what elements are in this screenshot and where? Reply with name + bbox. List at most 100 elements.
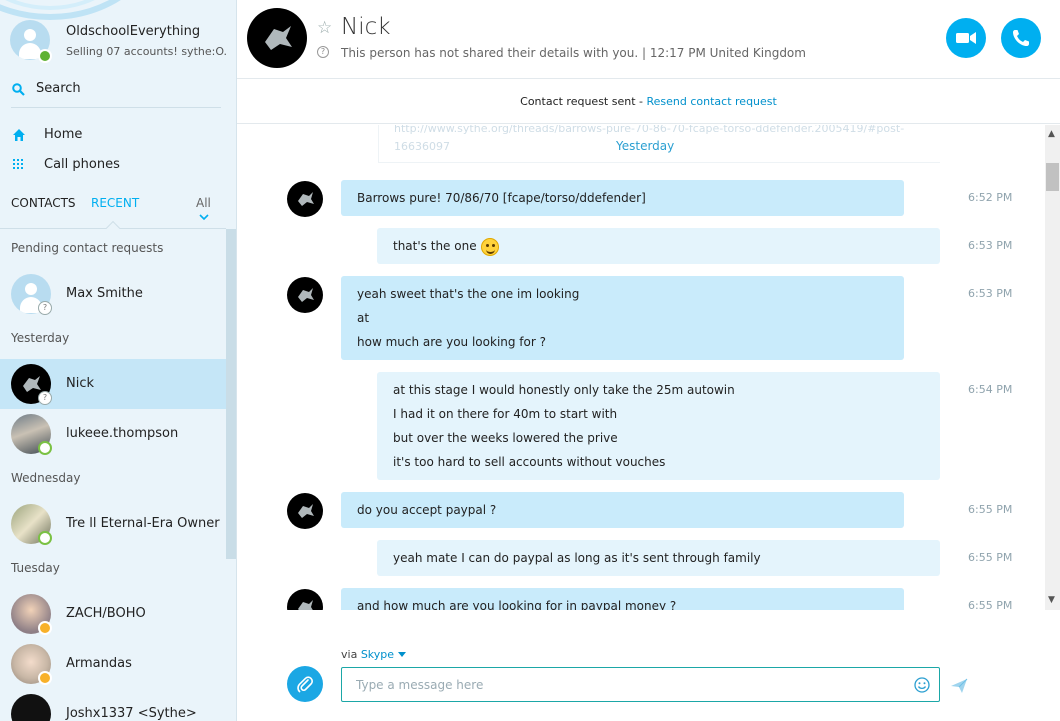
message-text: at this stage I would honestly only take…: [393, 383, 735, 397]
phone-icon: [1013, 30, 1029, 46]
message-text: it's too hard to sell accounts without v…: [393, 455, 666, 469]
contact-request-notice: Contact request sent - Resend contact re…: [237, 80, 1060, 124]
home-icon: [13, 129, 25, 141]
contact-item[interactable]: lukeee.thompson: [0, 409, 226, 459]
message-bubble[interactable]: Barrows pure! 70/86/70 [fcape/torso/ddef…: [341, 180, 904, 216]
message-bubble[interactable]: do you accept paypal ?: [341, 492, 904, 528]
paperclip-icon: [297, 676, 313, 693]
message-bubble[interactable]: at this stage I would honestly only take…: [377, 372, 940, 480]
section-tuesday: Tuesday: [11, 561, 60, 575]
nav-call-phones[interactable]: Call phones: [11, 156, 221, 178]
message-input[interactable]: [356, 676, 896, 694]
nav-home[interactable]: Home: [11, 126, 221, 148]
dialpad-icon: [13, 159, 23, 169]
message-bubble[interactable]: yeah sweet that's the one im looking at …: [341, 276, 904, 360]
message-text: but over the weeks lowered the prive: [393, 431, 618, 445]
tab-recent[interactable]: RECENT: [91, 196, 139, 210]
message-text: yeah sweet that's the one im looking: [357, 287, 580, 301]
contact-name: ZACH/BOHO: [66, 606, 146, 621]
search-button[interactable]: Search: [11, 80, 221, 108]
online-status-icon: [38, 49, 52, 63]
message-text: how much are you looking for ?: [357, 335, 546, 349]
contact-name: Nick: [66, 376, 95, 391]
contact-list-scrollbar[interactable]: [226, 229, 236, 559]
contact-avatar[interactable]: [247, 8, 307, 68]
sender-avatar: [287, 181, 323, 217]
nav-call-phones-label: Call phones: [44, 157, 120, 172]
message-compose[interactable]: [341, 667, 940, 702]
online-status-icon: [38, 441, 52, 455]
contact-name: lukeee.thompson: [66, 426, 179, 441]
conversation-header: ☆ Nick ? This person has not shared thei…: [237, 0, 1060, 79]
contact-tabs: CONTACTS RECENT All: [11, 196, 227, 221]
contact-item[interactable]: ZACH/BOHO: [0, 589, 226, 639]
info-icon: ?: [317, 46, 329, 58]
contact-item[interactable]: ? Max Smithe: [0, 269, 226, 319]
message-text: and how much are you looking for in payp…: [357, 599, 677, 610]
contact-item[interactable]: Tre ll Eternal-Era Owner: [0, 499, 226, 549]
via-service[interactable]: via Skype: [341, 648, 406, 661]
message-text: I had it on there for 40m to start with: [393, 407, 618, 421]
video-call-button[interactable]: [946, 18, 986, 58]
chat-scrollbar[interactable]: ▲ ▼: [1045, 125, 1060, 610]
profile[interactable]: OldschoolEverything Selling 07 accounts!…: [10, 20, 235, 65]
conversation-info: This person has not shared their details…: [341, 46, 806, 60]
sender-avatar: [287, 277, 323, 313]
sender-avatar: [287, 589, 323, 610]
contact-item-selected[interactable]: ? Nick: [0, 359, 226, 409]
section-yesterday: Yesterday: [11, 331, 70, 345]
contact-name: Max Smithe: [66, 286, 143, 301]
message-time: 6:53 PM: [968, 287, 1013, 300]
tab-contacts[interactable]: CONTACTS: [11, 196, 76, 210]
tab-indicator: [105, 220, 121, 236]
attach-button[interactable]: [287, 666, 323, 702]
resend-request-link[interactable]: Resend contact request: [647, 95, 777, 108]
audio-call-button[interactable]: [1001, 18, 1041, 58]
contact-item[interactable]: Armandas: [0, 639, 226, 689]
send-icon[interactable]: [950, 678, 968, 694]
message-time: 6:55 PM: [968, 503, 1013, 516]
message-text: Barrows pure! 70/86/70 [fcape/torso/ddef…: [357, 191, 646, 205]
contact-name: Armandas: [66, 656, 132, 671]
conversation-title: Nick: [341, 14, 391, 40]
chevron-down-icon: [397, 652, 406, 657]
emoticon-icon[interactable]: [914, 677, 930, 693]
section-pending: Pending contact requests: [11, 241, 164, 255]
message-text: yeah mate I can do paypal as long as it'…: [393, 551, 761, 565]
favorite-star-icon[interactable]: ☆: [317, 18, 332, 38]
filter-dropdown[interactable]: All: [196, 196, 227, 224]
chevron-down-icon: [199, 214, 209, 221]
scroll-down-icon[interactable]: ▼: [1048, 595, 1055, 605]
notice-text: Contact request sent -: [520, 95, 647, 108]
message-text: that's the one: [393, 234, 924, 258]
profile-name: OldschoolEverything: [66, 24, 201, 39]
via-service-name: Skype: [360, 648, 395, 661]
avatar: [11, 694, 51, 721]
profile-mood[interactable]: Selling 07 accounts! sythe:O...: [66, 45, 226, 58]
nav-home-label: Home: [44, 127, 83, 142]
section-wednesday: Wednesday: [11, 471, 81, 485]
message-time: 6:55 PM: [968, 551, 1013, 564]
away-status-icon: [38, 621, 52, 635]
via-label: via: [341, 648, 358, 661]
sender-avatar: [287, 493, 323, 529]
search-icon: [12, 83, 25, 96]
message-time: 6:54 PM: [968, 383, 1013, 396]
away-status-icon: [38, 671, 52, 685]
pending-status-icon: ?: [38, 391, 52, 405]
pending-status-icon: ?: [38, 301, 52, 315]
message-bubble[interactable]: yeah mate I can do paypal as long as it'…: [377, 540, 940, 576]
message-text: at: [357, 311, 370, 325]
day-separator: Yesterday: [612, 139, 679, 153]
scroll-up-icon[interactable]: ▲: [1048, 129, 1055, 139]
message-bubble[interactable]: that's the one: [377, 228, 940, 264]
contact-item[interactable]: Joshx1337 <Sythe>: [0, 689, 226, 721]
filter-label: All: [196, 196, 211, 210]
contact-name: Joshx1337 <Sythe>: [66, 706, 197, 721]
message-time: 6:52 PM: [968, 191, 1013, 204]
scrollbar-thumb[interactable]: [1046, 163, 1059, 191]
smiley-icon: [480, 237, 499, 256]
message-time: 6:55 PM: [968, 599, 1013, 610]
message-time: 6:53 PM: [968, 239, 1013, 252]
message-bubble[interactable]: and how much are you looking for in payp…: [341, 588, 904, 610]
